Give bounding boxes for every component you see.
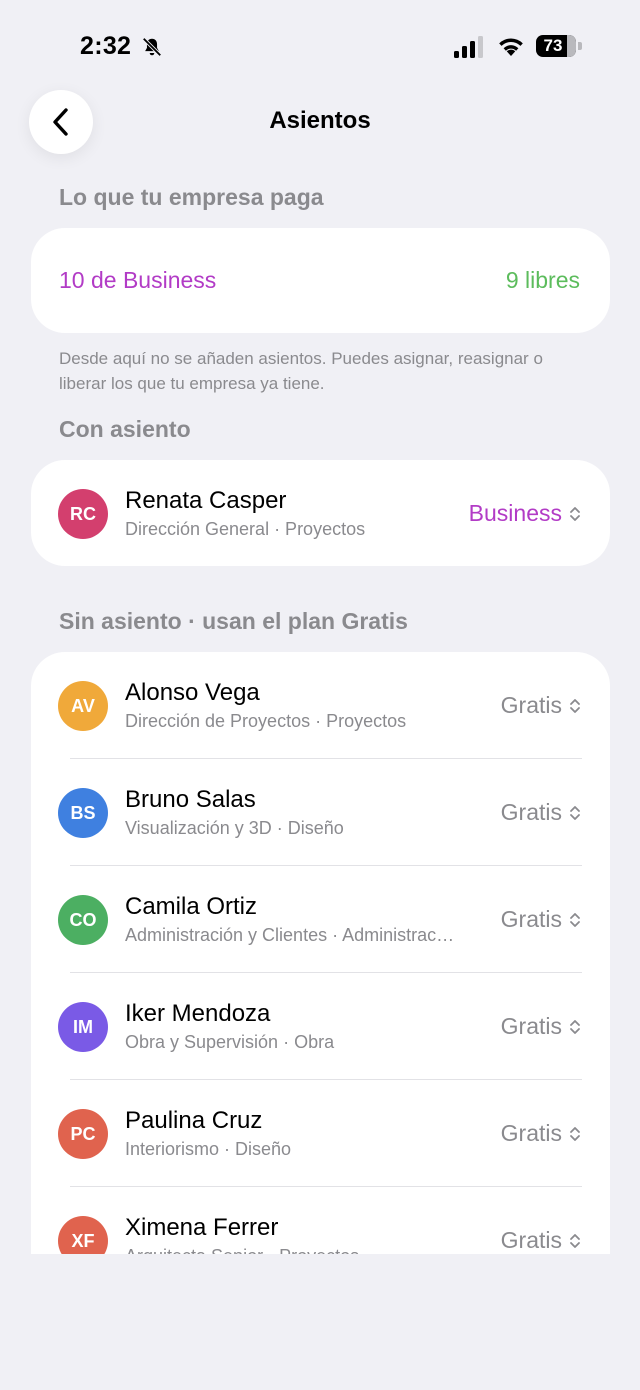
plan-select[interactable]: Business [469, 460, 582, 567]
member-name: Renata Casper [125, 487, 287, 514]
chevron-updown-icon [570, 805, 580, 820]
chevron-updown-icon [570, 1233, 580, 1248]
plan-select-value: Gratis [500, 1120, 562, 1146]
member-name: Iker Mendoza [125, 1000, 271, 1027]
plan-select[interactable]: Gratis [501, 759, 582, 866]
section-header-unassigned: Sin asiento · usan el plan Gratis [59, 608, 408, 634]
member-name: Alonso Vega [125, 679, 260, 706]
plan-select[interactable]: Gratis [501, 1080, 582, 1187]
section-header-assigned: Con asiento [59, 416, 191, 442]
plan-select[interactable]: Gratis [501, 1187, 582, 1254]
member-subtitle: Interiorismo · Diseño [125, 1139, 292, 1159]
plan-select[interactable]: Gratis [501, 652, 582, 759]
battery-indicator: 73 [536, 35, 576, 57]
plan-select-value: Gratis [500, 1013, 562, 1039]
assigned-members-card: RC Renata Casper Dirección General · Pro… [31, 460, 610, 566]
chevron-updown-icon [570, 912, 580, 927]
list-item: PC Paulina Cruz Interiorismo · Diseño Gr… [31, 1080, 610, 1187]
company-plan-name: 10 de Business [59, 267, 217, 293]
status-time: 2:32 [80, 32, 132, 60]
plan-select-value: Business [468, 500, 562, 526]
signal-icon [454, 36, 483, 58]
bell-slash-icon [142, 37, 162, 57]
list-item: CO Camila Ortiz Administración y Cliente… [31, 866, 610, 973]
avatar: IM [58, 1002, 108, 1052]
avatar: AV [58, 681, 108, 731]
wifi-icon [499, 38, 523, 56]
plan-select-value: Gratis [500, 1227, 562, 1253]
battery-level: 73 [543, 36, 563, 55]
avatar: CO [58, 895, 108, 945]
list-item: BS Bruno Salas Visualización y 3D · Dise… [31, 759, 610, 866]
member-subtitle: Dirección de Proyectos · Proyectos [125, 711, 407, 731]
member-name: Paulina Cruz [125, 1107, 263, 1134]
company-plan-card: 10 de Business 9 libres [31, 228, 610, 333]
member-name: Bruno Salas [125, 786, 256, 813]
plan-select-value: Gratis [500, 692, 562, 718]
chevron-updown-icon [570, 506, 580, 521]
plan-select[interactable]: Gratis [501, 973, 582, 1080]
member-subtitle: Dirección General · Proyectos [125, 519, 366, 539]
avatar: PC [58, 1109, 108, 1159]
plan-select-value: Gratis [500, 906, 562, 932]
list-item: XF Ximena Ferrer Arquitecta Senior · Pro… [31, 1187, 610, 1254]
seats-note: Desde aquí no se añaden asientos. Puedes… [59, 349, 543, 393]
free-seats-count: 9 libres [505, 267, 580, 293]
plan-select-value: Gratis [500, 799, 562, 825]
list-item: IM Iker Mendoza Obra y Supervisión · Obr… [31, 973, 610, 1080]
member-name: Camila Ortiz [125, 893, 258, 920]
list-item: AV Alonso Vega Dirección de Proyectos · … [31, 652, 610, 759]
member-name: Ximena Ferrer [125, 1214, 279, 1241]
avatar: XF [58, 1216, 108, 1254]
list-item: RC Renata Casper Dirección General · Pro… [31, 460, 610, 567]
member-subtitle: Visualización y 3D · Diseño [125, 818, 344, 838]
member-subtitle: Administración y Clientes · Administraci… [125, 925, 455, 945]
avatar: BS [58, 788, 108, 838]
chevron-updown-icon [570, 1126, 580, 1141]
avatar: RC [58, 489, 108, 539]
member-subtitle: Arquitecta Senior · Proyectos [125, 1246, 455, 1254]
battery-tip [578, 42, 582, 50]
status-bar: 2:32 73 [0, 0, 640, 90]
page-title: Asientos [269, 107, 371, 134]
section-header-company: Lo que tu empresa paga [59, 184, 324, 210]
member-subtitle: Obra y Supervisión · Obra [125, 1032, 335, 1052]
chevron-updown-icon [570, 698, 580, 713]
chevron-updown-icon [570, 1019, 580, 1034]
plan-select[interactable]: Gratis [501, 866, 582, 973]
unassigned-members-card: AV Alonso Vega Dirección de Proyectos · … [31, 652, 610, 1254]
